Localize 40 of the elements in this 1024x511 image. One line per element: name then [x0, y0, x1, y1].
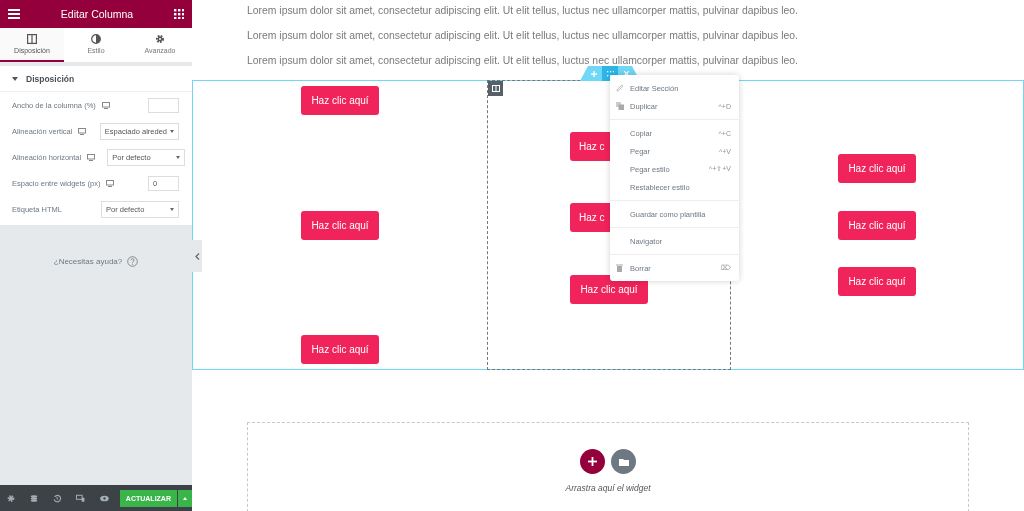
grid-icon[interactable] — [174, 9, 184, 19]
cta-button[interactable]: Haz clic aquí — [301, 335, 379, 364]
column[interactable]: Haz clic aquí Haz clic aquí Haz clic aquí — [193, 81, 487, 369]
cta-button[interactable]: Haz clic aquí — [838, 267, 916, 297]
folder-icon — [618, 457, 629, 466]
collapse-handle[interactable] — [192, 240, 202, 272]
cta-button[interactable]: Haz clic aquí — [838, 210, 916, 240]
lorem-paragraph: Lorem ipsum dolor sit amet, consectetur adipiscing elit. Ut elit tellus, luctus nec ullamcorper mattis, pulvinar dapibus leo. — [247, 29, 799, 43]
columns-icon — [27, 34, 37, 44]
column[interactable]: Haz clic aquí Haz clic aquí Haz clic aquí — [731, 81, 1023, 369]
drop-hint: Arrastra aquí el widget — [565, 483, 651, 493]
drag-icon[interactable] — [606, 70, 614, 77]
lorem-paragraph: Lorem ipsum dolor sit amet, consectetur adipiscing elit. Ut elit tellus, luctus nec ullamcorper mattis, pulvinar dapibus leo. — [247, 54, 799, 68]
template-folder-button[interactable] — [611, 449, 636, 474]
add-section-button[interactable] — [580, 449, 605, 474]
settings-icon[interactable] — [7, 493, 15, 503]
history-icon[interactable] — [53, 493, 62, 503]
lorem-paragraph: Lorem ipsum dolor sit amet, consectetur adipiscing elit. Ut elit tellus, luctus nec ullamcorper mattis, pulvinar dapibus leo. — [247, 4, 799, 18]
menu-icon[interactable] — [8, 9, 20, 19]
contrast-icon — [91, 34, 101, 44]
plus-icon — [588, 457, 597, 466]
desktop-icon[interactable] — [106, 180, 115, 187]
number-field[interactable] — [148, 98, 179, 113]
column-handle-icon[interactable] — [488, 81, 503, 96]
eye-icon[interactable] — [99, 494, 109, 502]
desktop-icon[interactable] — [78, 128, 87, 135]
desktop-icon[interactable] — [87, 154, 96, 161]
copy-icon — [616, 102, 624, 110]
panel-title: Editar Columna — [60, 8, 134, 20]
layers-icon[interactable] — [30, 493, 39, 503]
trash-icon — [616, 264, 623, 272]
responsive-icon[interactable] — [76, 493, 85, 503]
desktop-icon[interactable] — [101, 102, 110, 109]
gear-icon — [155, 34, 165, 44]
cta-button[interactable]: Haz clic aquí — [838, 153, 916, 183]
help-link[interactable]: ¿Necesitas ayuda? — [53, 256, 123, 266]
cta-button[interactable]: Haz clic aquí — [301, 210, 379, 240]
pencil-icon — [616, 84, 624, 92]
cta-button[interactable]: Haz clic aquí — [301, 86, 379, 115]
update-options-button[interactable] — [177, 489, 192, 507]
